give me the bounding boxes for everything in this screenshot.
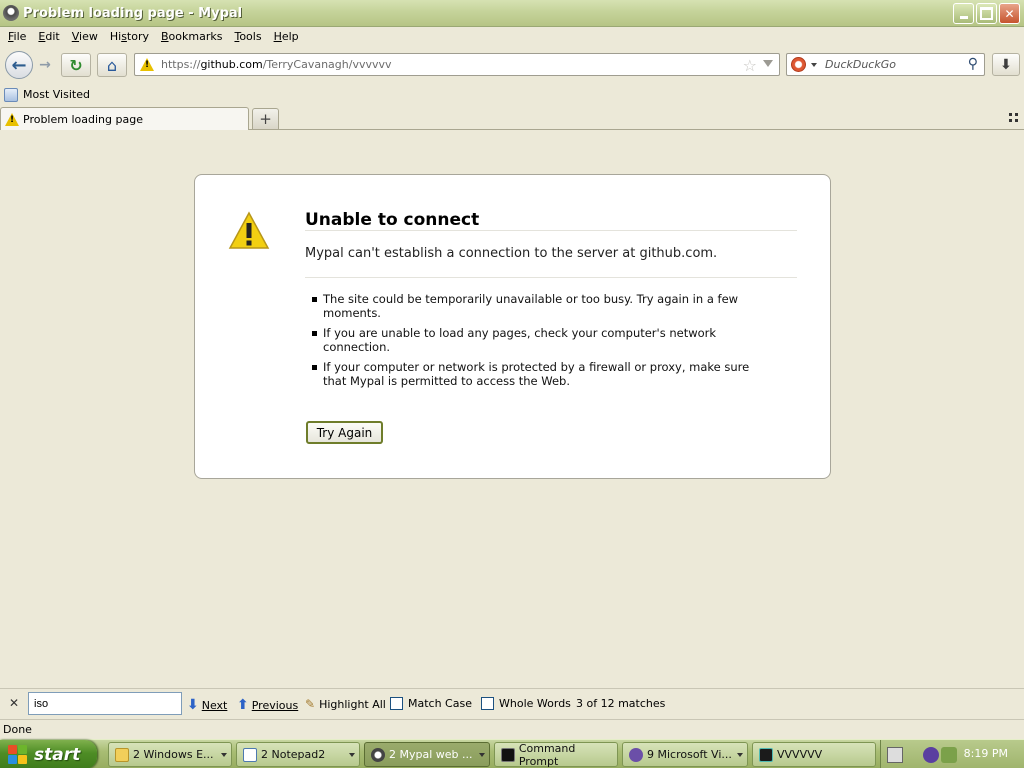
tab-list-icon[interactable] bbox=[1009, 113, 1018, 122]
chevron-down-icon bbox=[221, 753, 227, 757]
menu-edit[interactable]: Edit bbox=[32, 30, 65, 43]
close-button[interactable] bbox=[999, 3, 1020, 24]
highlight-all-button[interactable]: ✎ Highlight All bbox=[305, 697, 386, 711]
page-content: Unable to connect Mypal can't establish … bbox=[0, 131, 1024, 688]
arrow-down-icon: ⬇ bbox=[187, 697, 199, 713]
taskbar-item-visual-studio[interactable]: 9 Microsoft Vi... bbox=[622, 742, 748, 767]
warning-icon bbox=[228, 211, 270, 249]
menu-bookmarks[interactable]: Bookmarks bbox=[155, 30, 228, 43]
list-item: If your computer or network is protected… bbox=[312, 360, 767, 388]
status-text: Done bbox=[3, 723, 32, 736]
divider bbox=[305, 277, 797, 278]
find-status: 3 of 12 matches bbox=[576, 697, 666, 710]
chevron-down-icon bbox=[479, 753, 485, 757]
cmd-icon bbox=[501, 747, 515, 762]
search-icon[interactable]: ⚲ bbox=[968, 56, 978, 72]
error-short-description: Mypal can't establish a connection to th… bbox=[305, 246, 718, 261]
search-engine-dropdown[interactable] bbox=[811, 62, 817, 67]
mypal-app-icon[interactable] bbox=[3, 5, 19, 21]
arrow-up-icon: ⬆ bbox=[237, 697, 249, 713]
bookmark-most-visited[interactable]: Most Visited bbox=[23, 88, 90, 101]
clock: 8:19 PM bbox=[963, 747, 1008, 760]
error-page-container: Unable to connect Mypal can't establish … bbox=[194, 174, 831, 479]
url-text[interactable]: https://github.com/TerryCavanagh/vvvvvv bbox=[161, 58, 392, 71]
divider bbox=[305, 230, 797, 231]
checkbox[interactable] bbox=[481, 697, 494, 710]
mypal-icon bbox=[371, 747, 385, 762]
back-button[interactable] bbox=[5, 51, 33, 79]
error-title: Unable to connect bbox=[305, 210, 480, 230]
windows-flag-icon bbox=[8, 744, 28, 765]
most-visited-icon bbox=[4, 87, 18, 102]
try-again-button[interactable]: Try Again bbox=[306, 421, 383, 444]
vvvvvv-icon bbox=[759, 747, 773, 762]
menu-view[interactable]: View bbox=[66, 30, 104, 43]
menu-file[interactable]: File bbox=[2, 30, 32, 43]
forward-button[interactable]: → bbox=[34, 55, 56, 75]
minimize-button[interactable] bbox=[953, 3, 974, 24]
visual-studio-icon bbox=[629, 747, 643, 762]
taskbar-item-command-prompt[interactable]: Command Prompt bbox=[494, 742, 618, 768]
keyboard-icon[interactable] bbox=[887, 746, 903, 763]
downloads-button[interactable]: ⬇ bbox=[992, 53, 1020, 76]
find-next-button[interactable]: ⬇ Next bbox=[187, 697, 227, 713]
restore-button[interactable] bbox=[976, 3, 997, 24]
system-tray: 8:19 PM bbox=[880, 740, 1024, 768]
match-case-checkbox[interactable]: Match Case bbox=[390, 697, 472, 710]
menu-tools[interactable]: Tools bbox=[228, 30, 267, 43]
find-bar: ✕ ⬇Next ⬆Previous ✎Highlight All Match C… bbox=[0, 688, 1024, 718]
bookmarks-toolbar: Most Visited bbox=[0, 84, 1024, 105]
window-title: Problem loading page - Mypal bbox=[23, 5, 243, 21]
chevron-down-icon bbox=[349, 753, 355, 757]
search-bar[interactable]: DuckDuckGo ⚲ bbox=[786, 53, 985, 76]
taskbar-item-mypal[interactable]: 2 Mypal web ... bbox=[364, 742, 490, 767]
tab-strip: Problem loading page + bbox=[0, 106, 1024, 130]
status-bar: Done bbox=[0, 719, 1024, 739]
tab-problem-loading[interactable]: Problem loading page bbox=[0, 107, 249, 130]
whole-words-checkbox[interactable]: Whole Words bbox=[481, 697, 571, 710]
taskbar: start 2 Windows E... 2 Notepad2 2 Mypal … bbox=[0, 739, 1024, 768]
folder-icon bbox=[115, 747, 129, 762]
highlighter-icon: ✎ bbox=[305, 697, 316, 711]
taskbar-item-windows-explorer[interactable]: 2 Windows E... bbox=[108, 742, 232, 767]
chevron-down-icon bbox=[737, 753, 743, 757]
find-input[interactable] bbox=[28, 692, 182, 715]
visual-studio-tray-icon[interactable] bbox=[923, 746, 939, 763]
search-placeholder: DuckDuckGo bbox=[825, 58, 896, 71]
bookmark-star-icon[interactable]: ☆ bbox=[743, 56, 757, 75]
reload-button[interactable]: ↻ bbox=[61, 53, 91, 77]
url-bar[interactable]: https://github.com/TerryCavanagh/vvvvvv … bbox=[134, 53, 780, 76]
checkbox[interactable] bbox=[390, 697, 403, 710]
menu-bar: File Edit View History Bookmarks Tools H… bbox=[0, 27, 1024, 46]
error-suggestions-list: The site could be temporarily unavailabl… bbox=[312, 292, 767, 394]
menu-history[interactable]: History bbox=[104, 30, 155, 43]
warning-icon bbox=[5, 112, 19, 126]
taskbar-item-notepad2[interactable]: 2 Notepad2 bbox=[236, 742, 360, 767]
start-button[interactable]: start bbox=[0, 740, 97, 768]
new-tab-button[interactable]: + bbox=[252, 108, 279, 129]
tab-label: Problem loading page bbox=[23, 112, 143, 126]
notepad-icon bbox=[243, 747, 257, 762]
list-item: If you are unable to load any pages, che… bbox=[312, 326, 767, 354]
url-history-dropdown[interactable] bbox=[763, 60, 773, 67]
network-icon[interactable] bbox=[941, 746, 957, 763]
close-icon[interactable]: ✕ bbox=[9, 696, 19, 710]
home-button[interactable]: ⌂ bbox=[97, 53, 127, 77]
connection-warning-icon[interactable] bbox=[139, 57, 157, 73]
find-previous-button[interactable]: ⬆ Previous bbox=[237, 697, 298, 713]
menu-help[interactable]: Help bbox=[268, 30, 305, 43]
window-controls bbox=[953, 3, 1020, 24]
title-bar: Problem loading page - Mypal bbox=[0, 0, 1024, 27]
duckduckgo-icon[interactable] bbox=[791, 57, 806, 72]
list-item: The site could be temporarily unavailabl… bbox=[312, 292, 767, 320]
taskbar-item-vvvvvv[interactable]: VVVVVV bbox=[752, 742, 876, 767]
